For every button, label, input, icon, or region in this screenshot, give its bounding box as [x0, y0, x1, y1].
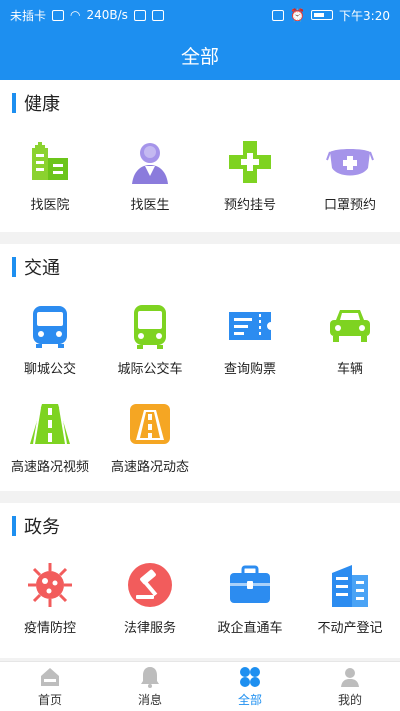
tab-messages[interactable]: 消息: [100, 662, 200, 711]
title-bar: 全部: [0, 30, 400, 80]
alarm-icon: ⏰: [290, 8, 306, 22]
tile-label: 高速路况视频: [10, 460, 89, 475]
tile-ticket-query[interactable]: 查询购票: [200, 290, 300, 388]
section-header: 政务: [0, 503, 400, 549]
tile-highway-video[interactable]: 高速路况视频: [0, 388, 100, 486]
tile-label: 高速路况动态: [110, 460, 189, 475]
tile-label: 法律服务: [123, 621, 176, 636]
bell-icon: [141, 667, 159, 688]
tile-find-hospital[interactable]: 找医院: [0, 126, 100, 224]
building-icon: [332, 565, 368, 607]
grid-icon: [240, 667, 260, 687]
tab-label: 我的: [337, 693, 362, 707]
tile-vehicle[interactable]: 车辆: [300, 290, 400, 388]
tab-label: 全部: [237, 693, 262, 707]
bus-icon: [33, 306, 67, 348]
section-accent-bar: [12, 257, 16, 277]
status-bar: 未插卡 ◠ 240B/s ⏰ 下午3:20: [0, 0, 400, 30]
virus-icon: [28, 563, 72, 607]
carrier-text: 未插卡: [10, 8, 47, 23]
tile-appointment[interactable]: 预约挂号: [200, 126, 300, 224]
nfc-icon: [272, 9, 285, 21]
tile-label: 找医院: [30, 198, 70, 213]
tile-intercity-bus[interactable]: 城际公交车: [100, 290, 200, 388]
intercity-bus-icon: [134, 305, 166, 349]
tile-liaocheng-bus[interactable]: 聊城公交: [0, 290, 100, 388]
tile-label: 预约挂号: [223, 198, 276, 213]
tile-find-doctor[interactable]: 找医生: [100, 126, 200, 224]
tile-gov-enterprise[interactable]: 政企直通车: [200, 549, 300, 647]
section-header: 健康: [0, 80, 400, 126]
section-government: 政务 疫情防控 法律服务 政企直通车 不动产登记: [0, 503, 400, 658]
ticket-icon: [229, 312, 271, 340]
tile-label: 政企直通车: [217, 621, 283, 636]
highway-status-icon: [130, 404, 170, 444]
sim-icon: [52, 9, 65, 21]
doctor-icon: [132, 143, 168, 184]
bottom-tab-bar: 首页 消息 全部 我的: [0, 661, 400, 711]
tab-label: 首页: [37, 693, 62, 707]
tile-epidemic-control[interactable]: 疫情防控: [0, 549, 100, 647]
tile-label: 聊城公交: [23, 362, 76, 377]
tab-home[interactable]: 首页: [0, 662, 100, 711]
gavel-icon: [128, 563, 172, 607]
tab-label: 消息: [137, 693, 162, 707]
section-health: 健康 找医院 找医生 预约挂号 口罩预约: [0, 80, 400, 232]
section-title: 健康: [24, 94, 60, 115]
tile-label: 找医生: [130, 198, 170, 213]
notification-icon: [133, 9, 146, 21]
wifi-icon: ◠: [70, 8, 81, 22]
section-accent-bar: [12, 516, 16, 536]
tile-label: 城际公交车: [117, 362, 183, 377]
page-title: 全部: [180, 45, 219, 68]
briefcase-icon: [230, 565, 270, 603]
tile-label: 口罩预约: [323, 198, 376, 213]
tile-label: 车辆: [336, 362, 363, 377]
section-title: 交通: [24, 258, 60, 279]
network-speed: 240B/s: [86, 8, 128, 22]
tab-mine[interactable]: 我的: [300, 662, 400, 711]
tile-label: 查询购票: [223, 362, 276, 377]
tile-label: 疫情防控: [23, 621, 76, 636]
tile-mask-booking[interactable]: 口罩预约: [300, 126, 400, 224]
tile-real-estate[interactable]: 不动产登记: [300, 549, 400, 647]
appointment-cross-icon: [229, 141, 271, 183]
tab-all[interactable]: 全部: [200, 662, 300, 711]
car-icon: [330, 310, 370, 342]
mask-icon: [326, 149, 374, 176]
app-notification-icon: [151, 9, 164, 21]
home-icon: [41, 668, 59, 686]
battery-icon: [311, 10, 334, 20]
tile-legal-service[interactable]: 法律服务: [100, 549, 200, 647]
clock-time: 下午3:20: [339, 8, 390, 23]
hospital-icon: [32, 142, 68, 180]
tile-label: 不动产登记: [317, 621, 383, 636]
tile-highway-status[interactable]: 高速路况动态: [100, 388, 200, 486]
section-accent-bar: [12, 93, 16, 113]
section-traffic: 交通 聊城公交 城际公交车 查询购票 车辆 高速路况视频 高速路况动态: [0, 244, 400, 491]
user-icon: [341, 668, 359, 687]
section-title: 政务: [24, 517, 60, 538]
highway-video-icon: [30, 404, 70, 445]
section-header: 交通: [0, 244, 400, 290]
